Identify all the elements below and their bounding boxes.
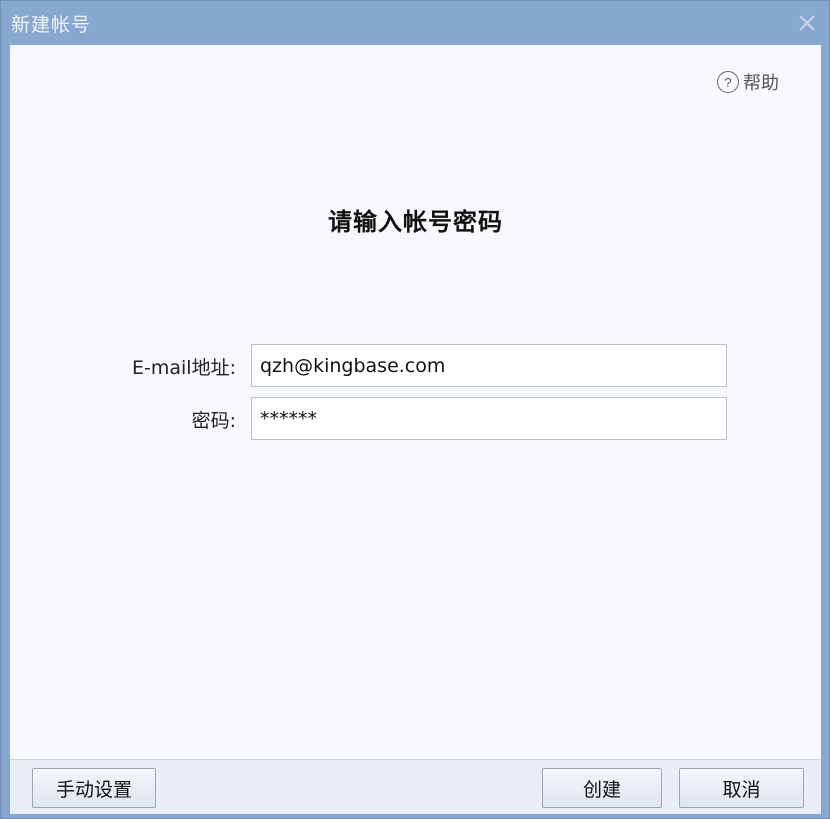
close-icon (799, 15, 815, 31)
cancel-button[interactable]: 取消 (679, 768, 804, 808)
email-field[interactable] (251, 344, 727, 387)
help-link[interactable]: ? 帮助 (717, 69, 779, 95)
dialog-body: ? 帮助 请输入帐号密码 E-mail地址: 密码: (10, 45, 821, 759)
help-label: 帮助 (743, 73, 779, 94)
password-row: 密码: (10, 397, 821, 440)
new-account-dialog: 新建帐号 ? 帮助 请输入帐号密码 E-mail地址: 密码: 手动设置 创建 … (0, 0, 830, 819)
manual-setup-button[interactable]: 手动设置 (32, 768, 156, 808)
dialog-footer: 手动设置 创建 取消 (10, 759, 821, 814)
password-label: 密码: (191, 410, 236, 432)
password-field[interactable] (251, 397, 727, 440)
help-icon: ? (717, 71, 739, 93)
title-bar[interactable]: 新建帐号 (1, 1, 829, 45)
window-title: 新建帐号 (11, 14, 92, 36)
page-title: 请输入帐号密码 (328, 208, 503, 236)
email-row: E-mail地址: (10, 344, 821, 387)
create-button[interactable]: 创建 (542, 768, 662, 808)
email-label: E-mail地址: (132, 357, 236, 379)
close-button[interactable] (793, 9, 821, 37)
